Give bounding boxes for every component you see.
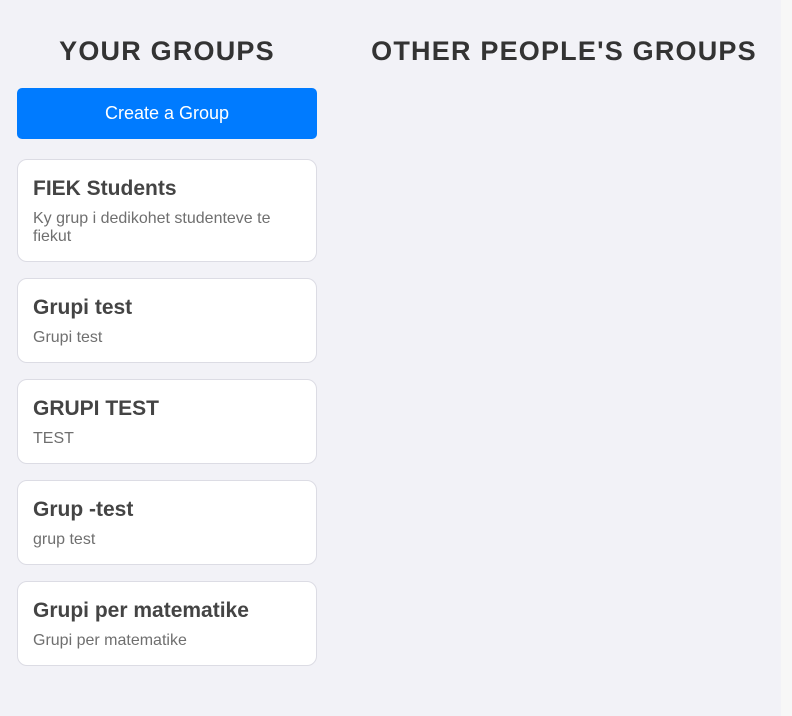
group-description: TEST bbox=[33, 430, 74, 447]
your-groups-title: YOUR GROUPS bbox=[59, 36, 275, 66]
group-description: Grupi test bbox=[33, 329, 103, 346]
group-name: Grupi per matematike bbox=[33, 599, 249, 622]
your-groups-list: FIEK Students Ky grup i dedikohet studen… bbox=[17, 159, 317, 682]
create-group-button[interactable]: Create a Group bbox=[17, 88, 317, 139]
group-card-grupi-test[interactable]: Grupi test Grupi test bbox=[17, 278, 317, 363]
other-groups-title: OTHER PEOPLE'S GROUPS bbox=[371, 36, 757, 66]
scrollbar-track[interactable] bbox=[781, 0, 792, 716]
group-description: Ky grup i dedikohet studenteve te fiekut bbox=[33, 210, 271, 245]
group-description: grup test bbox=[33, 531, 96, 548]
group-card-grup-test[interactable]: Grup -test grup test bbox=[17, 480, 317, 565]
group-description: Grupi per matematike bbox=[33, 632, 187, 649]
group-card-grupi-test-upper[interactable]: GRUPI TEST TEST bbox=[17, 379, 317, 464]
group-name: FIEK Students bbox=[33, 177, 177, 200]
group-name: Grup -test bbox=[33, 498, 134, 521]
group-name: Grupi test bbox=[33, 296, 133, 319]
group-card-fiek-students[interactable]: FIEK Students Ky grup i dedikohet studen… bbox=[17, 159, 317, 262]
group-card-grupi-per-matematike[interactable]: Grupi per matematike Grupi per matematik… bbox=[17, 581, 317, 666]
group-name: GRUPI TEST bbox=[33, 397, 160, 420]
